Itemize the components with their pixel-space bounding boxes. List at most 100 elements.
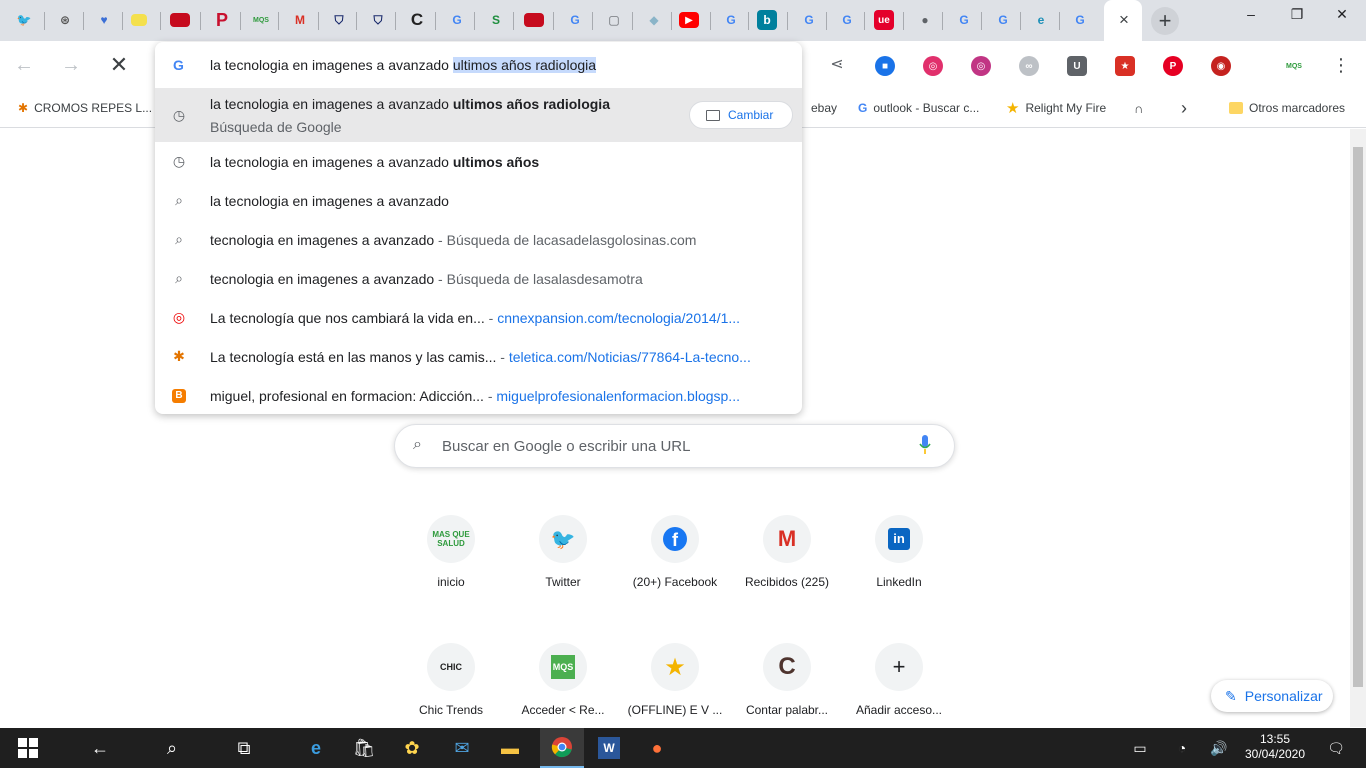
search-icon[interactable]: ⌕ [158, 734, 186, 762]
search-icon: ⌕ [413, 436, 422, 453]
scrollbar-thumb[interactable] [1353, 147, 1363, 687]
bookmark-cromos[interactable]: ✱ CROMOS REPES L... [18, 99, 152, 117]
windows-start-icon[interactable] [14, 734, 42, 762]
paint-icon[interactable]: ✿ [398, 734, 426, 762]
tab-flag[interactable] [524, 13, 544, 27]
tab-shield[interactable]: ⛉ [365, 7, 391, 33]
scrollbar[interactable] [1350, 129, 1366, 727]
shortcut-twitter[interactable]: 🐦 Twitter [507, 515, 619, 627]
tab-globe[interactable]: ● [912, 7, 938, 33]
shortcut-gmail[interactable]: M Recibidos (225) [731, 515, 843, 627]
file-explorer-icon[interactable]: ▬ [496, 734, 524, 762]
extension-eye-icon[interactable]: ◉ [1211, 56, 1231, 76]
tab-heart[interactable]: ♥ [91, 7, 117, 33]
shortcut-facebook[interactable]: f (20+) Facebook [619, 515, 731, 627]
tab-twitter[interactable]: 🐦 [11, 7, 37, 33]
tab-youtube[interactable]: ▶ [679, 12, 699, 28]
tab-google[interactable]: G [834, 7, 860, 33]
tab-google[interactable]: G [1067, 7, 1093, 33]
maximize-button[interactable]: ❐ [1286, 6, 1308, 24]
tab-ue[interactable]: ue [874, 10, 894, 30]
blogger-icon: B [171, 388, 187, 404]
notifications-icon[interactable]: 🗨 [1322, 734, 1350, 762]
tab-pinterest[interactable]: P [209, 7, 235, 33]
extension-pinterest-icon[interactable]: P [1163, 56, 1183, 76]
ntp-searchbox[interactable]: ⌕ Buscar en Google o escribir una URL [394, 424, 955, 468]
tab-masquesalud[interactable]: MQS [248, 7, 274, 33]
tab-square[interactable]: ▢ [601, 7, 627, 33]
tab-edge[interactable]: e [1028, 7, 1054, 33]
tab-google[interactable]: G [444, 7, 470, 33]
extension-link-icon[interactable]: ∞ [1019, 56, 1039, 76]
volume-icon[interactable]: 🔊 [1205, 734, 1233, 762]
suggestion-row[interactable]: ⌕ tecnologia en imagenes a avanzado - Bú… [155, 220, 802, 259]
switch-tab-button[interactable]: Cambiar [689, 101, 793, 129]
chrome-icon[interactable] [540, 728, 584, 768]
extension-ublock-icon[interactable]: U [1067, 56, 1087, 76]
extension-instagram-icon[interactable]: ◎ [923, 56, 943, 76]
suggestion-row[interactable]: B miguel, profesional en formacion: Adic… [155, 376, 802, 415]
edge-icon[interactable]: e [302, 734, 330, 762]
tab-chrome-store[interactable]: ⊛ [52, 7, 78, 33]
forward-arrow-icon[interactable]: → [59, 53, 83, 77]
back-arrow-icon[interactable]: ← [86, 734, 114, 762]
firefox-icon[interactable]: ● [643, 734, 671, 762]
extension-bookmark-icon[interactable]: ■ [875, 56, 895, 76]
stop-loading-icon[interactable]: ✕ [107, 53, 131, 77]
tab-google[interactable]: G [562, 7, 588, 33]
history-icon: ◷ [172, 153, 186, 169]
cnn-icon: ◎ [172, 309, 186, 325]
suggestion-row[interactable]: ⌕ la tecnologia en imagenes a avanzado [155, 181, 802, 220]
word-icon[interactable]: W [595, 734, 623, 762]
folder-icon [1229, 102, 1243, 114]
shortcut-linkedin[interactable]: in LinkedIn [843, 515, 955, 627]
suggestion-text: tecnologia en imagenes a avanzado - Búsq… [210, 271, 643, 287]
shortcut-inicio[interactable]: MAS QUE SALUD inicio [395, 515, 507, 627]
microphone-icon[interactable] [919, 435, 931, 455]
extension-spark-icon[interactable]: ★ [1115, 56, 1135, 76]
tab-s[interactable]: S [483, 7, 509, 33]
extension-masquesalud-icon[interactable]: MQS [1281, 56, 1307, 76]
tab-shield[interactable]: ⛉ [326, 7, 352, 33]
bookmarks-more-chevron-icon[interactable]: › [1181, 98, 1187, 118]
tab-gmail[interactable]: M [287, 7, 313, 33]
wifi-icon[interactable]: ◔ [1168, 734, 1196, 762]
share-icon[interactable]: ⋖ [825, 53, 849, 77]
close-tab-icon[interactable]: × [1115, 11, 1133, 29]
customize-button[interactable]: ✎ Personalizar [1211, 680, 1333, 712]
back-arrow-icon[interactable]: ← [12, 53, 36, 77]
suggestion-row[interactable]: ◷ la tecnologia en imagenes a avanzado u… [155, 88, 802, 142]
bookmark-label: CROMOS REPES L... [34, 101, 153, 115]
tab-c[interactable]: C [404, 7, 430, 33]
new-tab-button[interactable]: + [1151, 7, 1179, 35]
suggestion-row[interactable]: ✱ La tecnología está en las manos y las … [155, 337, 802, 376]
tab-bing[interactable]: b [757, 10, 777, 30]
mail-icon[interactable]: ✉ [448, 734, 476, 762]
bookmark-relight[interactable]: ★ Relight My Fire [1006, 99, 1106, 117]
tab-google[interactable]: G [951, 7, 977, 33]
omnibox-input[interactable]: G la tecnologia en imagenes a avanzado u… [155, 42, 802, 88]
tablet-mode-icon[interactable]: ▭ [1126, 734, 1154, 762]
bookmark-other[interactable]: Otros marcadores [1229, 99, 1345, 117]
bookmark-ebay[interactable]: ebay [811, 99, 837, 117]
tab-flag[interactable] [131, 14, 147, 26]
bookmark-headphones[interactable]: ∩ [1134, 99, 1143, 117]
store-icon[interactable]: 🛍 [350, 734, 378, 762]
suggestion-row[interactable]: ◷ la tecnologia en imagenes a avanzado u… [155, 142, 802, 181]
tab-google[interactable]: G [796, 7, 822, 33]
task-view-icon[interactable]: ⧉ [230, 734, 258, 762]
tab-fish[interactable]: ◆ [641, 7, 667, 33]
tab-flag[interactable] [170, 13, 190, 27]
minimize-button[interactable]: – [1240, 6, 1262, 24]
extension-instagram2-icon[interactable]: ◎ [971, 56, 991, 76]
close-window-button[interactable]: ✕ [1331, 6, 1353, 24]
suggestion-row[interactable]: ⌕ tecnologia en imagenes a avanzado - Bú… [155, 259, 802, 298]
search-placeholder: Buscar en Google o escribir una URL [442, 438, 691, 455]
tab-google[interactable]: G [718, 7, 744, 33]
system-clock[interactable]: 13:55 30/04/2020 [1240, 732, 1310, 762]
suggestion-row[interactable]: ◎ La tecnología que nos cambiará la vida… [155, 298, 802, 337]
suggestion-plain: la tecnologia en imagenes a avanzado [210, 153, 453, 170]
tab-google[interactable]: G [990, 7, 1016, 33]
chrome-menu-icon[interactable]: ⋮ [1329, 53, 1353, 77]
bookmark-outlook[interactable]: G outlook - Buscar c... [858, 99, 979, 117]
